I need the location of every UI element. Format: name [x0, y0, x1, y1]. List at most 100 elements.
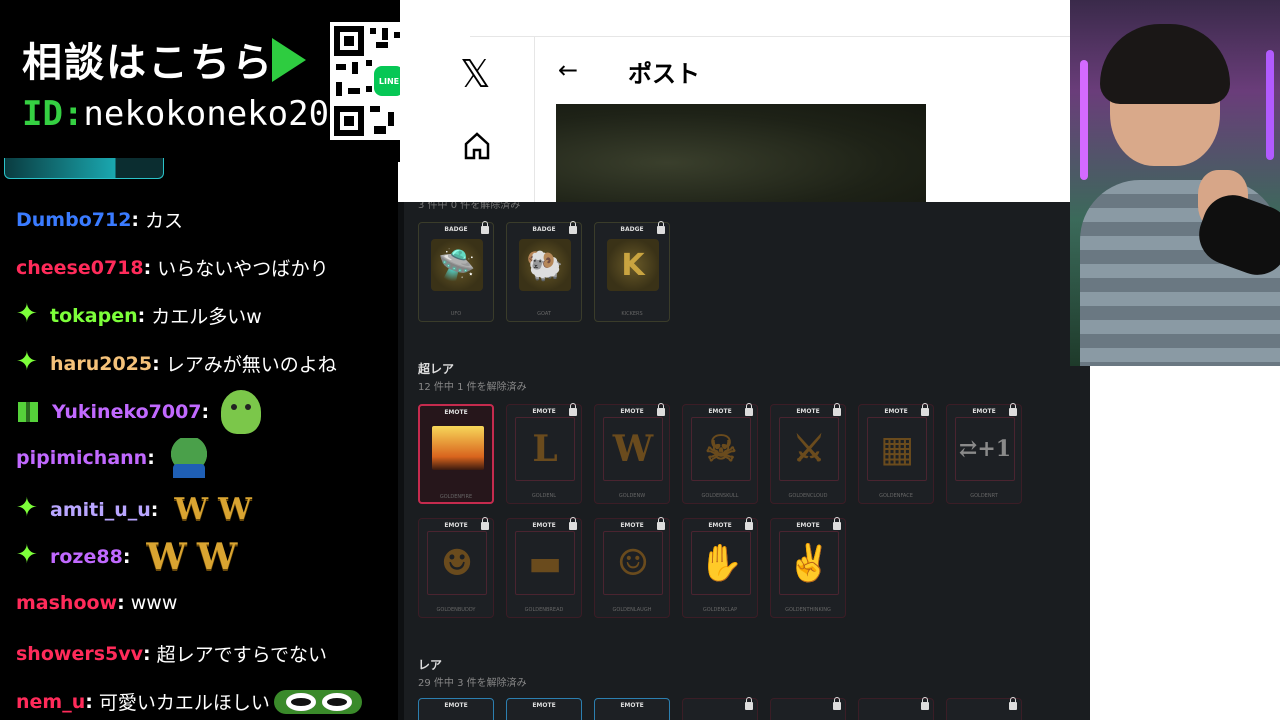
led-light	[1266, 50, 1274, 160]
lock-icon	[569, 517, 577, 530]
chat-username[interactable]: cheese0718	[16, 257, 144, 279]
browser-tab-strip	[470, 0, 1070, 37]
page-title: ポスト	[628, 60, 700, 88]
card-name: GOLDENCLOUD	[788, 493, 828, 499]
lock-icon	[657, 403, 665, 416]
chat-username[interactable]: Dumbo712	[16, 209, 131, 231]
emote-card[interactable]: EMOTE	[418, 698, 494, 720]
lock-icon	[921, 403, 929, 416]
badge-card[interactable]: BADGE 🛸 UFO	[418, 221, 494, 322]
lock-icon	[745, 517, 753, 530]
section-title: 超レア	[418, 362, 455, 376]
lock-icon	[481, 221, 489, 234]
chat-message: showers5vv: 超レアですらでない	[16, 640, 327, 667]
emote-card[interactable]	[858, 697, 934, 720]
card-tag: EMOTE	[620, 702, 644, 709]
chat-username[interactable]: roze88	[50, 546, 123, 568]
chat-message: roze88: WW	[16, 536, 237, 578]
section-subtitle: 12 件中 1 件を解除済み	[418, 382, 527, 393]
card-tag: EMOTE	[444, 409, 468, 416]
chat-username[interactable]: Yukineko7007	[52, 401, 202, 423]
chat-username[interactable]: nem_u	[16, 691, 85, 713]
chat-username[interactable]: haru2025	[50, 353, 152, 375]
emote-card[interactable]: EMOTE ✋ GOLDENCLAP	[682, 517, 758, 618]
emote-card[interactable]: EMOTE	[594, 698, 670, 720]
emote-card[interactable]: EMOTE ▦ GOLDENFACE	[858, 403, 934, 504]
retweet-plus-one-icon: ⇄+1	[958, 436, 1012, 462]
chat-username[interactable]: mashoow	[16, 592, 117, 614]
panel-edge	[398, 202, 404, 720]
card-tag: EMOTE	[884, 408, 908, 415]
chat-panel: Dumbo712: カス cheese0718: いらないやつばかり tokap…	[0, 158, 398, 720]
lock-icon	[745, 403, 753, 416]
lock-icon	[657, 517, 665, 530]
chat-text: 可愛いカエルほしい	[98, 692, 270, 714]
badge-card[interactable]: BADGE K KICKERS	[594, 221, 670, 322]
card-tag: EMOTE	[708, 522, 732, 529]
card-name: GOLDENTHINKING	[785, 607, 831, 613]
emote-card[interactable]	[682, 697, 758, 720]
emote-card[interactable]: EMOTE GOLDENFIRE	[418, 404, 494, 504]
chat-username[interactable]: tokapen	[50, 305, 138, 327]
pepe-emote-icon	[166, 438, 211, 478]
play-arrow-icon	[272, 38, 306, 82]
sparkle-icon	[16, 496, 40, 522]
lock-icon	[921, 697, 929, 710]
lock-icon	[833, 517, 841, 530]
emote-card[interactable]: EMOTE ⇄+1 GOLDENRT	[946, 403, 1022, 504]
cloud-icon: ⚔	[792, 428, 826, 470]
emote-card[interactable]: EMOTE ✌ GOLDENTHINKING	[770, 517, 846, 618]
chat-message: cheese0718: いらないやつばかり	[16, 254, 329, 281]
back-arrow-icon[interactable]: ←	[558, 56, 578, 84]
laugh-icon: ☺	[616, 542, 650, 584]
post-image[interactable]	[556, 104, 926, 202]
chat-message: Yukineko7007:	[16, 390, 262, 434]
chat-progress-bar	[4, 158, 164, 179]
emote-card[interactable]	[770, 697, 846, 720]
emote-card[interactable]: EMOTE ☺ GOLDENLAUGH	[594, 517, 670, 618]
badge-card[interactable]: BADGE 🐏 GOAT	[506, 221, 582, 322]
emote-card[interactable]: EMOTE ☠ GOLDENSKULL	[682, 403, 758, 504]
emote-card[interactable]: EMOTE L GOLDENL	[506, 403, 582, 504]
lock-icon	[481, 517, 489, 530]
w-emote-icon: W	[218, 492, 252, 527]
card-tag: EMOTE	[708, 408, 732, 415]
chat-username[interactable]: pipimichann	[16, 447, 147, 469]
card-name: GOLDENL	[531, 493, 557, 499]
card-tag: BADGE	[620, 226, 644, 233]
chat-username[interactable]: amiti_u_u	[50, 499, 151, 521]
card-name: KICKERS	[621, 311, 643, 317]
fire-icon	[432, 426, 484, 470]
lock-icon	[1009, 403, 1017, 416]
emote-card[interactable]: EMOTE	[506, 698, 582, 720]
card-tag: BADGE	[444, 226, 468, 233]
chat-message: Dumbo712: カス	[16, 206, 183, 233]
card-tag: EMOTE	[972, 408, 996, 415]
card-name: GOAT	[537, 311, 551, 317]
card-tag: EMOTE	[796, 522, 820, 529]
w-emote-icon: W	[174, 492, 209, 527]
emote-card[interactable]: EMOTE ☻ GOLDENBUDDY	[418, 517, 494, 618]
chat-message: nem_u: 可愛いカエルほしい	[16, 688, 362, 715]
emote-card[interactable]: EMOTE ⚔ GOLDENCLOUD	[770, 403, 846, 504]
lock-icon	[833, 697, 841, 710]
chat-text: カス	[145, 210, 184, 232]
id-prefix: ID:	[22, 94, 84, 134]
id-value: nekokoneko2018	[83, 94, 370, 134]
frog-emote-icon	[221, 390, 262, 434]
card-tag: EMOTE	[532, 702, 556, 709]
lock-icon	[569, 403, 577, 416]
emote-card[interactable]	[946, 697, 1022, 720]
thinking-icon: ✌	[786, 542, 832, 584]
banner-line-id: ID:nekokoneko2018	[22, 94, 370, 134]
emote-card[interactable]: EMOTE ▬ GOLDENBREAD	[506, 517, 582, 618]
card-name: GOLDENCLAP	[702, 607, 738, 613]
face-icon: ▦	[879, 428, 914, 470]
x-logo-icon[interactable]: 𝕏	[460, 52, 491, 96]
home-icon[interactable]	[464, 132, 490, 160]
chat-username[interactable]: showers5vv	[16, 643, 143, 665]
lock-icon	[833, 403, 841, 416]
emote-card[interactable]: EMOTE W GOLDENW	[594, 403, 670, 504]
sparkle-icon	[16, 350, 40, 376]
buddy-icon: ☻	[440, 542, 474, 584]
